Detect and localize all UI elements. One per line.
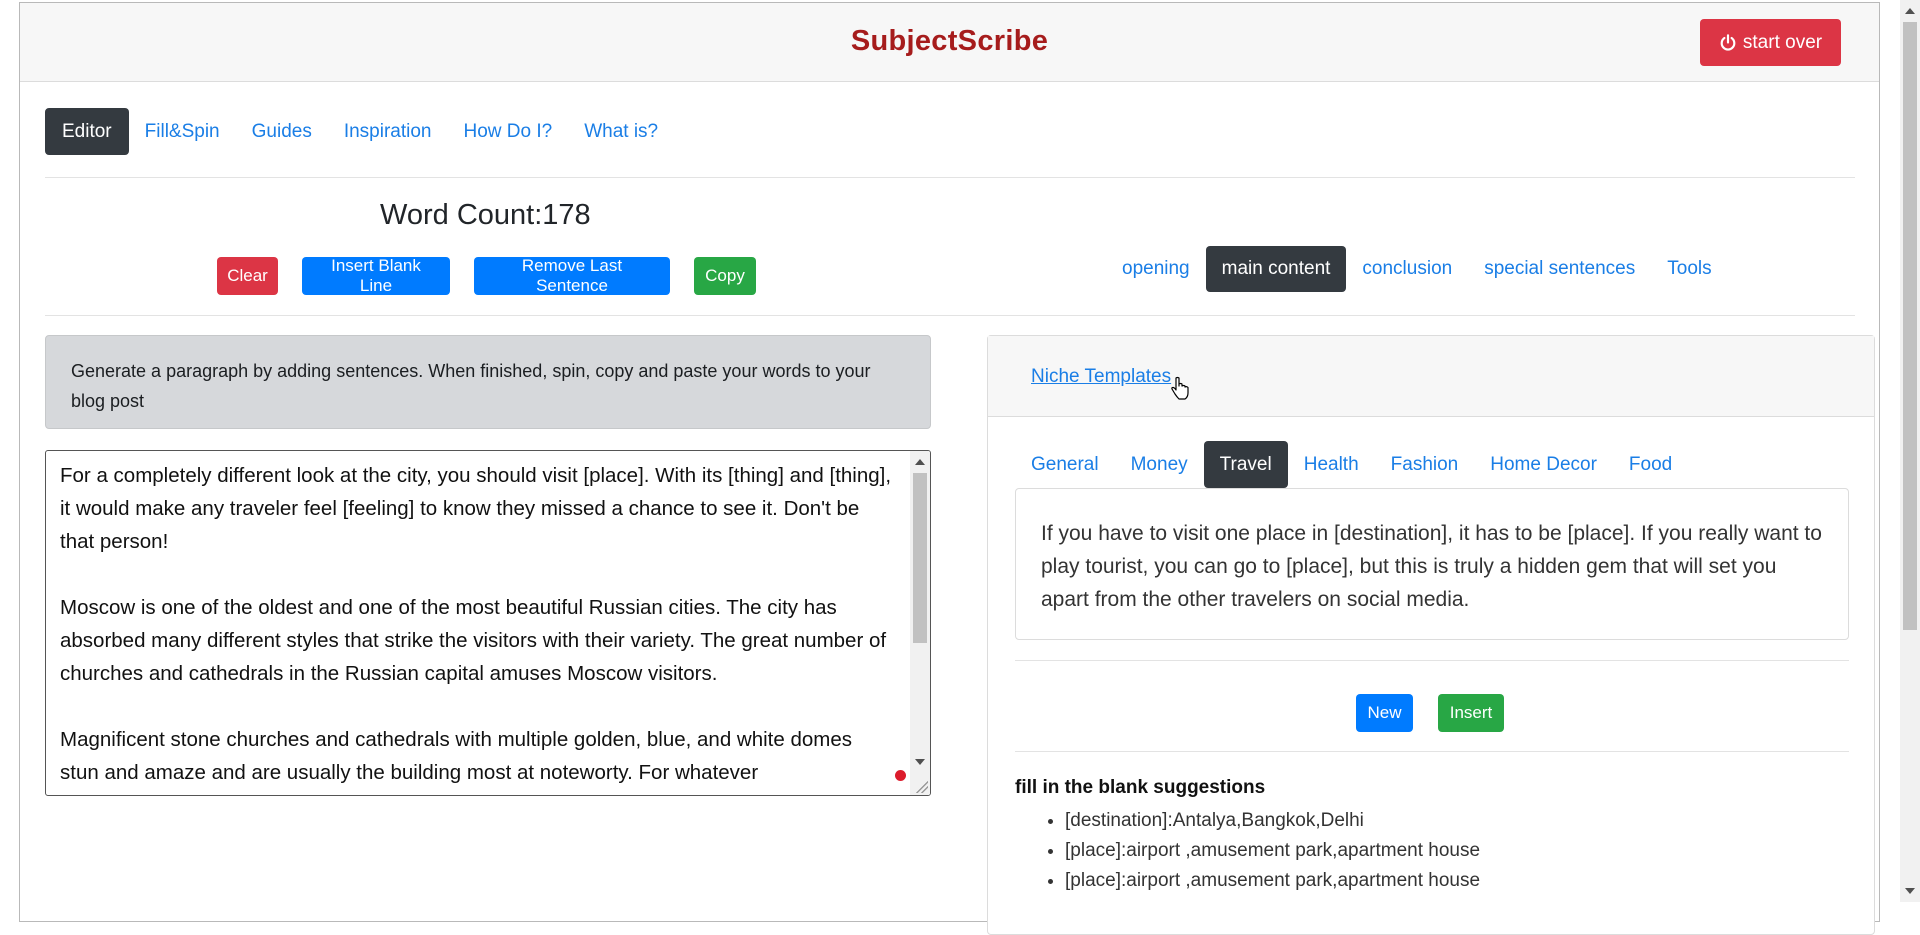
- insert-button[interactable]: Insert: [1438, 694, 1504, 732]
- info-alert: Generate a paragraph by adding sentences…: [45, 335, 931, 429]
- paragraph-editor[interactable]: For a completely different look at the c…: [45, 450, 931, 796]
- list-item: [place]:airport ,amusement park,apartmen…: [1065, 866, 1480, 896]
- nav-inspiration[interactable]: Inspiration: [328, 108, 448, 155]
- scroll-down-icon[interactable]: [1905, 888, 1915, 894]
- editor-toolbar: Clear Insert Blank Line Remove Last Sent…: [217, 256, 756, 295]
- status-dot-icon: [895, 770, 906, 781]
- nav-fill-spin[interactable]: Fill&Spin: [129, 108, 236, 155]
- template-sentence: If you have to visit one place in [desti…: [1015, 488, 1849, 640]
- tab-travel[interactable]: Travel: [1203, 441, 1288, 488]
- list-item: [place]:airport ,amusement park,apartmen…: [1065, 836, 1480, 866]
- resize-grip-icon[interactable]: [916, 781, 928, 793]
- start-over-button[interactable]: start over: [1700, 19, 1841, 66]
- hand-cursor-icon: [1171, 376, 1189, 400]
- divider: [1015, 751, 1849, 752]
- tab-food[interactable]: Food: [1613, 441, 1688, 488]
- suggestions-list: [destination]:Antalya,Bangkok,Delhi [pla…: [1015, 806, 1480, 896]
- power-icon: [1720, 33, 1736, 51]
- tab-opening[interactable]: opening: [1106, 246, 1206, 292]
- templates-card: Niche Templates General Money Travel Hea…: [987, 335, 1875, 935]
- nav-editor[interactable]: Editor: [45, 108, 129, 155]
- copy-button[interactable]: Copy: [694, 257, 756, 295]
- tab-general[interactable]: General: [1015, 441, 1115, 488]
- tab-conclusion[interactable]: conclusion: [1346, 246, 1468, 292]
- tab-special-sentences[interactable]: special sentences: [1468, 246, 1651, 292]
- nav-guides[interactable]: Guides: [236, 108, 328, 155]
- scroll-up-icon[interactable]: [1905, 8, 1915, 14]
- clear-button[interactable]: Clear: [217, 257, 278, 295]
- niche-tabs: General Money Travel Health Fashion Home…: [1015, 441, 1688, 488]
- tab-tools[interactable]: Tools: [1651, 246, 1727, 292]
- start-over-label: start over: [1742, 31, 1823, 53]
- editor-textarea[interactable]: For a completely different look at the c…: [46, 451, 910, 795]
- nav-how-do-i[interactable]: How Do I?: [448, 108, 569, 155]
- page-scroll-thumb[interactable]: [1903, 22, 1917, 630]
- new-button[interactable]: New: [1356, 694, 1413, 732]
- brand-title: SubjectScribe: [850, 25, 1049, 57]
- scroll-down-icon[interactable]: [915, 759, 925, 765]
- remove-last-sentence-button[interactable]: Remove Last Sentence: [474, 256, 670, 295]
- list-item: [destination]:Antalya,Bangkok,Delhi: [1065, 806, 1480, 836]
- section-nav: opening main content conclusion special …: [1106, 246, 1728, 292]
- tab-money[interactable]: Money: [1115, 441, 1204, 488]
- divider: [45, 315, 1855, 316]
- app-header: SubjectScribe start over: [20, 3, 1879, 82]
- main-nav: Editor Fill&Spin Guides Inspiration How …: [45, 108, 674, 155]
- page-scrollbar[interactable]: [1900, 0, 1920, 902]
- tab-health[interactable]: Health: [1288, 441, 1375, 488]
- niche-templates-link[interactable]: Niche Templates: [1031, 366, 1171, 388]
- app-frame: SubjectScribe start over Editor Fill&Spi…: [19, 2, 1880, 935]
- insert-blank-line-button[interactable]: Insert Blank Line: [302, 256, 450, 295]
- nav-what-is[interactable]: What is?: [568, 108, 674, 155]
- tab-fashion[interactable]: Fashion: [1375, 441, 1475, 488]
- tab-home-decor[interactable]: Home Decor: [1474, 441, 1613, 488]
- divider: [1015, 660, 1849, 661]
- divider: [45, 177, 1855, 178]
- word-count: Word Count:178: [380, 199, 591, 231]
- template-actions: New Insert: [1356, 694, 1504, 732]
- suggestions-title: fill in the blank suggestions: [1015, 777, 1266, 798]
- templates-card-header: Niche Templates: [988, 336, 1874, 417]
- scroll-thumb[interactable]: [913, 473, 927, 643]
- scroll-up-icon[interactable]: [915, 459, 925, 465]
- editor-scrollbar[interactable]: [910, 451, 930, 795]
- tab-main-content[interactable]: main content: [1205, 246, 1347, 292]
